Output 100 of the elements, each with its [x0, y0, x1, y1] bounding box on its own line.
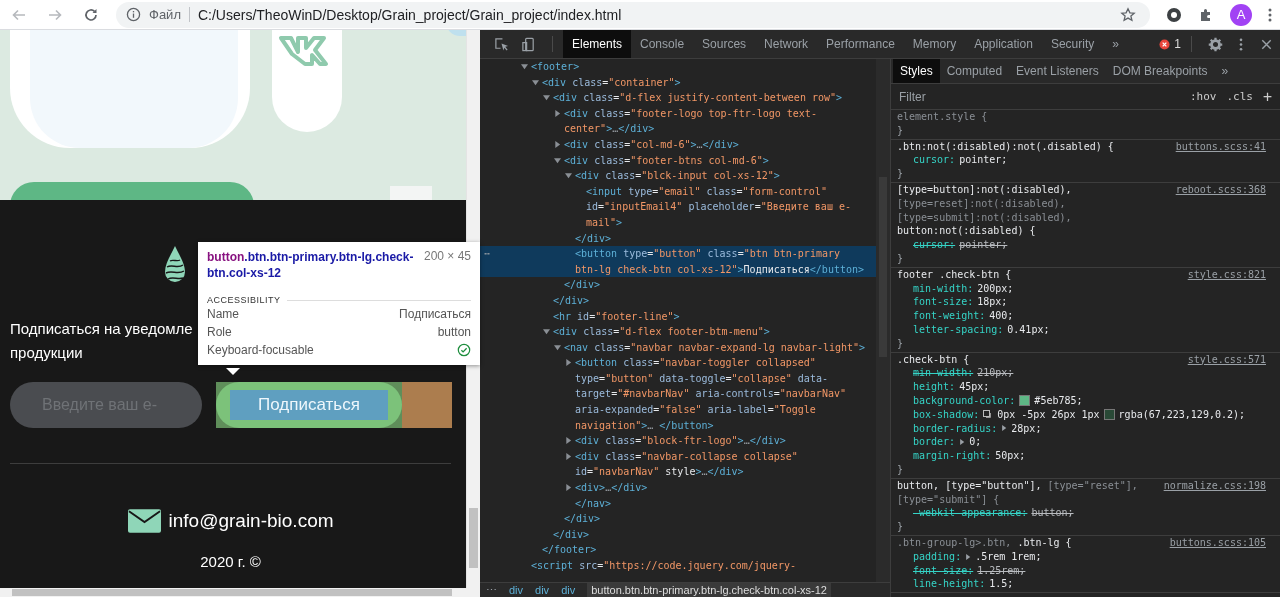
css-value: pointer;: [959, 153, 1008, 168]
menu-icon[interactable]: [1268, 6, 1272, 23]
scroll-thumb[interactable]: [469, 508, 478, 568]
dom-tree-row[interactable]: <div class="blck-input col-xs-12">: [480, 168, 876, 184]
property-value: Подписаться: [399, 306, 471, 323]
expand-arrow-icon[interactable]: [565, 172, 572, 180]
css-property: height:: [913, 380, 956, 394]
dom-tree-row[interactable]: <div class="d-flex justify-content-between row">: [480, 90, 876, 106]
star-icon[interactable]: [1120, 6, 1136, 23]
hover-state-button[interactable]: :hov: [1187, 90, 1219, 103]
devtools-tab[interactable]: Elements: [563, 30, 632, 58]
source-link[interactable]: normalize.css:198: [1163, 478, 1266, 493]
expand-arrow-icon[interactable]: [554, 156, 561, 164]
dom-tree-row[interactable]: ⋯ <button type="button" class="btn btn-primary btn-lg check-btn col-xs-12">Подписаться</button>: [480, 246, 876, 278]
source-link[interactable]: style.css:821: [1187, 267, 1266, 282]
devtools-tab[interactable]: Network: [755, 30, 818, 58]
dom-tree-row[interactable]: </div>: [480, 292, 876, 309]
dom-tree-row[interactable]: <footer>: [480, 59, 876, 75]
dom-tree-row[interactable]: <div class="footer-logo top-ftr-logo text-center">…</div>: [480, 105, 876, 137]
css-property: border-radius:: [913, 421, 998, 436]
extension-icon[interactable]: [1166, 6, 1182, 23]
dom-tree-row[interactable]: <button class="navbar-toggler collapsed" type="button" data-toggle="collapse" data-target="#navbarNav" aria-controls="navbarNav" aria-expanded="false" aria-label="Toggle navigation">… </button>: [480, 355, 876, 434]
expand-arrow-icon[interactable]: [532, 78, 539, 86]
dom-tree-row[interactable]: <script src="https://code.jquery.com/jquery-: [480, 558, 876, 574]
css-property: cursor:: [913, 238, 956, 252]
color-swatch[interactable]: [1019, 395, 1031, 407]
devtools-tab[interactable]: Memory: [903, 30, 966, 58]
source-link[interactable]: style.css:571: [1187, 352, 1266, 367]
source-link[interactable]: reboot.scss:368: [1175, 183, 1266, 197]
dom-tree-row[interactable]: <input type="email" class="form-control" id="inputEmail4" placeholder="Введите ваш e-mail">: [480, 183, 876, 231]
dom-node-text: <div class="container">: [542, 75, 682, 90]
breadcrumb-overflow[interactable]: ⋯: [486, 583, 497, 597]
dom-tree-row[interactable]: <div class="container">: [480, 74, 876, 91]
expand-arrow-icon[interactable]: [565, 452, 572, 460]
dom-tree-row[interactable]: </div>: [480, 230, 876, 247]
row-menu-marker[interactable]: ⋯: [484, 246, 491, 262]
css-value: button;: [1031, 506, 1074, 521]
breadcrumb-item[interactable]: div: [535, 583, 550, 597]
expand-arrow-icon[interactable]: [565, 437, 572, 445]
expand-arrow-icon[interactable]: [554, 140, 561, 148]
sidebar-tab[interactable]: Event Listeners: [1009, 59, 1106, 83]
breadcrumb-item[interactable]: div: [561, 583, 576, 597]
error-count[interactable]: 1: [1174, 37, 1181, 51]
email-link[interactable]: info@grain-bio.com: [168, 510, 334, 532]
info-icon[interactable]: [126, 7, 141, 22]
scroll-thumb[interactable]: [12, 589, 452, 596]
dom-tree-row[interactable]: </div>: [480, 277, 876, 293]
sidebar-tab[interactable]: Styles: [893, 59, 940, 83]
profile-avatar[interactable]: A: [1230, 3, 1252, 26]
dom-tree-row[interactable]: <div class="footer-btns col-md-6">: [480, 152, 876, 169]
menu-icon[interactable]: [1239, 36, 1243, 52]
mail-icon: [127, 509, 161, 533]
dom-tree-row[interactable]: <div class="navbar-collapse collapse" id="navbarNav" style>…</div>: [480, 448, 876, 481]
expand-arrow-icon[interactable]: [543, 328, 550, 336]
device-toggle-icon[interactable]: [521, 36, 536, 52]
dom-tree-row[interactable]: </div>: [480, 526, 876, 543]
source-link[interactable]: buttons.scss:41: [1175, 139, 1266, 154]
devtools-tab[interactable]: Security: [1041, 30, 1104, 58]
class-toggle-button[interactable]: .cls: [1224, 90, 1255, 103]
closing-brace: }: [897, 167, 905, 181]
vertical-scrollbar[interactable]: [876, 59, 890, 582]
error-icon[interactable]: [1159, 38, 1171, 50]
expand-arrow-icon[interactable]: [565, 484, 572, 492]
expand-arrow-icon[interactable]: [959, 439, 966, 446]
dom-tree-row[interactable]: <nav class="navbar navbar-expand-lg navbar-light">: [480, 339, 876, 356]
address-bar[interactable]: Файл C:/Users/TheoWinD/Desktop/Grain_project/Grain_project/index.html: [116, 1, 1150, 28]
sidebar-tab[interactable]: DOM Breakpoints: [1105, 59, 1215, 83]
dom-tree-row[interactable]: <div class="d-flex footer-btm-menu">: [480, 324, 876, 340]
settings-icon[interactable]: [1208, 36, 1223, 52]
color-swatch[interactable]: [1103, 409, 1115, 421]
expand-arrow-icon[interactable]: [521, 63, 528, 70]
breadcrumb-item[interactable]: div: [509, 583, 524, 597]
dom-tree-row[interactable]: </nav>: [480, 495, 876, 512]
expand-arrow-icon[interactable]: [565, 359, 572, 367]
dom-tree-row[interactable]: </div>: [480, 511, 876, 527]
dom-tree-row[interactable]: <hr id="footer-line">: [480, 308, 876, 325]
devtools-tab[interactable]: Console: [631, 30, 694, 58]
expand-arrow-icon[interactable]: [554, 343, 561, 351]
add-rule-button[interactable]: +: [1260, 87, 1274, 106]
more-tabs-button[interactable]: »: [1214, 59, 1236, 83]
dom-tree-row[interactable]: <div class="col-md-6">…</div>: [480, 136, 876, 153]
closing-brace: }: [897, 251, 905, 266]
dom-tree-row[interactable]: <div class="block-ftr-logo">…</div>: [480, 433, 876, 449]
expand-arrow-icon[interactable]: [543, 94, 550, 102]
dom-tree-row[interactable]: </footer>: [480, 542, 876, 558]
more-tabs-button[interactable]: »: [1103, 30, 1128, 58]
devtools-tab[interactable]: Application: [965, 30, 1042, 58]
devtools-tab[interactable]: Sources: [693, 30, 756, 58]
sidebar-tab[interactable]: Computed: [939, 59, 1010, 83]
dom-node-text: </div>: [553, 293, 591, 308]
shadow-editor-icon[interactable]: [983, 409, 994, 420]
expand-arrow-icon[interactable]: [1001, 425, 1008, 432]
breadcrumb-item[interactable]: button.btn.btn-primary.btn-lg.check-btn.col-xs-12: [587, 583, 831, 597]
filter-field[interactable]: Filter: [897, 88, 1182, 105]
expand-arrow-icon[interactable]: [554, 109, 561, 117]
source-link[interactable]: buttons.scss:105: [1169, 535, 1266, 550]
dom-tree-row[interactable]: <div>…</div>: [480, 480, 876, 496]
inspect-element-icon[interactable]: [494, 36, 509, 52]
expand-arrow-icon[interactable]: [965, 553, 972, 560]
devtools-tab[interactable]: Performance: [817, 30, 904, 58]
